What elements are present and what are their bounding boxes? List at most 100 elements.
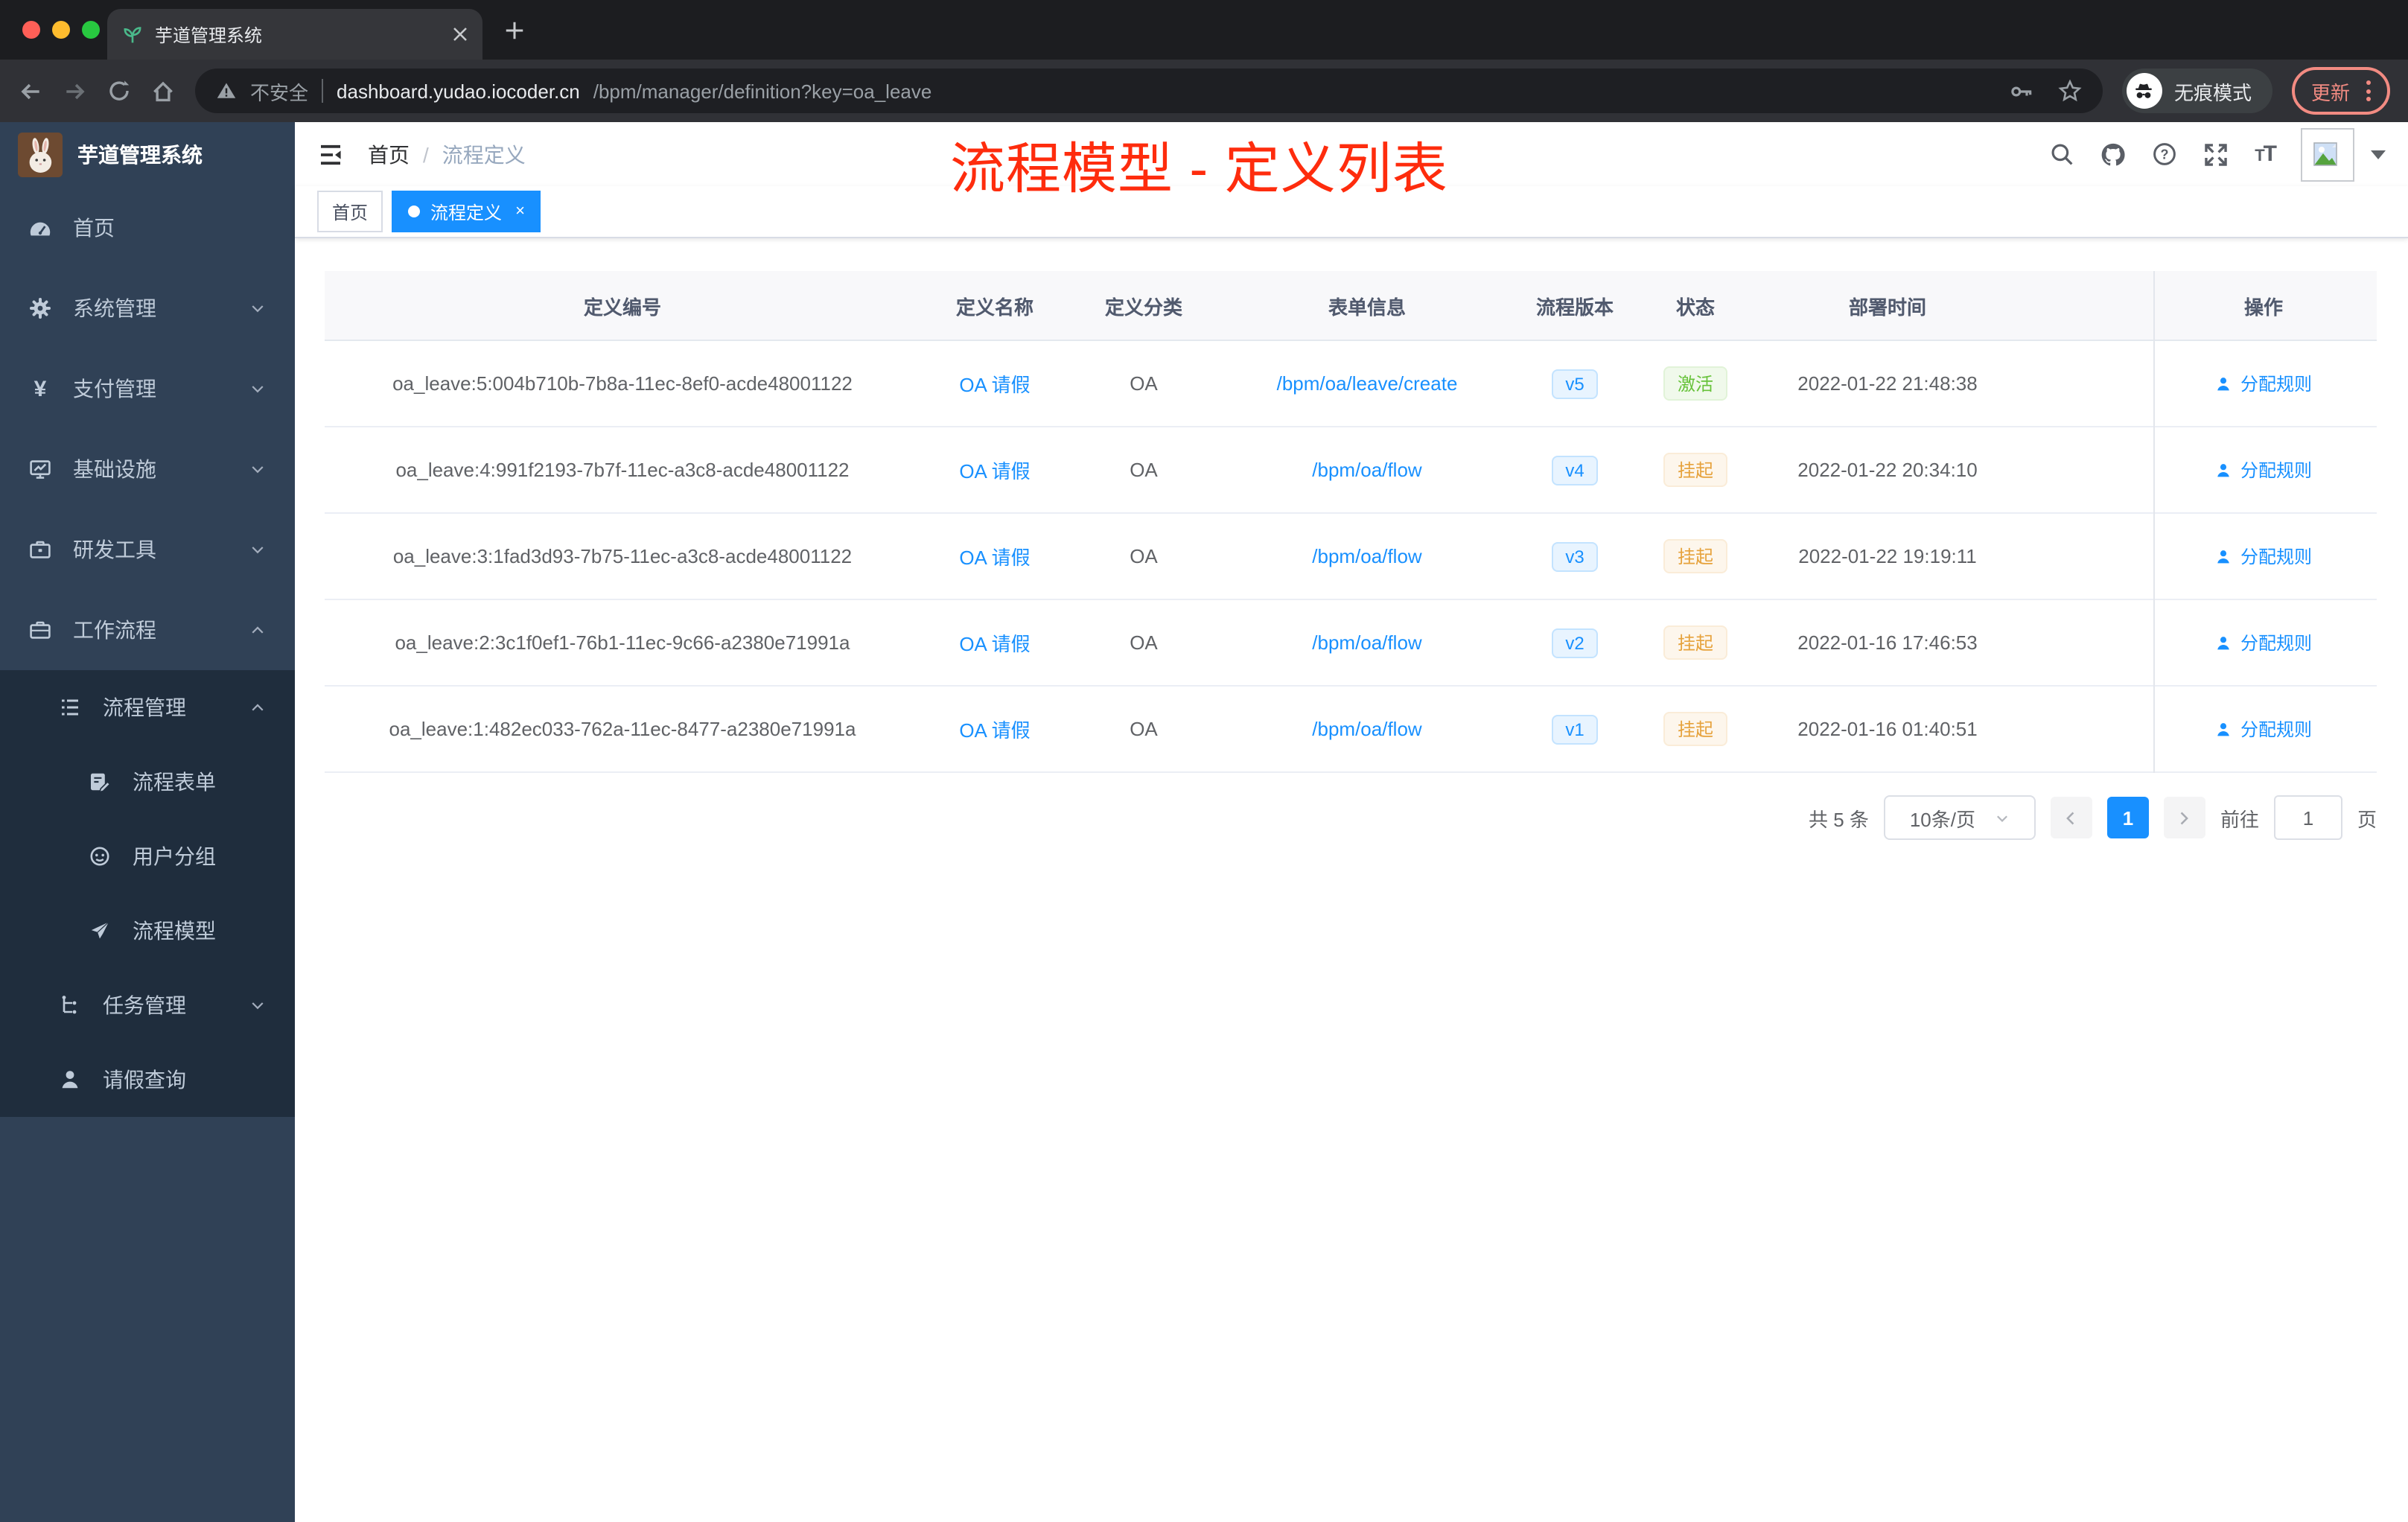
sidebar: 芋道管理系统 首页 系统管理 ¥ 支付管理 基础设施 研发工具 工作流程 流程管…: [0, 122, 295, 1522]
update-label[interactable]: 更新: [2311, 77, 2350, 105]
incognito-icon: [2126, 73, 2162, 109]
font-size-icon[interactable]: TT: [2255, 141, 2277, 167]
window-controls[interactable]: [22, 21, 100, 39]
sidebar-item-label: 流程表单: [133, 770, 216, 794]
browser-update-button[interactable]: 更新: [2291, 67, 2390, 115]
goto-page-input[interactable]: [2273, 795, 2342, 840]
definition-id: oa_leave:2:3c1f0ef1-76b1-11ec-9c66-a2380…: [395, 631, 850, 654]
sidebar-item-leave-query[interactable]: 请假查询: [0, 1042, 295, 1117]
form-link[interactable]: /bpm/oa/flow: [1218, 545, 1516, 567]
definition-name-link[interactable]: OA 请假: [920, 456, 1069, 484]
not-secure-warning-icon[interactable]: [216, 80, 237, 101]
col-header-form: 表单信息: [1328, 296, 1406, 318]
assign-rule-button[interactable]: 分配规则: [2153, 544, 2374, 569]
new-tab-button[interactable]: [503, 19, 526, 41]
collapse-sidebar-icon[interactable]: [317, 141, 344, 168]
next-page-button[interactable]: [2163, 797, 2205, 838]
security-label[interactable]: 不安全: [250, 77, 308, 105]
help-icon[interactable]: ?: [2152, 141, 2177, 167]
sidebar-item-infra[interactable]: 基础设施: [0, 429, 295, 509]
tag-close-icon[interactable]: ×: [515, 203, 525, 220]
user-group-icon: [88, 844, 112, 868]
breadcrumb-separator: /: [423, 142, 429, 166]
url-path[interactable]: /bpm/manager/definition?key=oa_leave: [593, 80, 1995, 102]
maximize-window-button[interactable]: [82, 21, 100, 39]
user-avatar-broken-image[interactable]: [2301, 127, 2354, 181]
definition-name-link[interactable]: OA 请假: [920, 628, 1069, 657]
sidebar-item-process-model[interactable]: 流程模型: [0, 894, 295, 968]
status-badge: 挂起: [1663, 625, 1727, 660]
sidebar-item-process-form[interactable]: 流程表单: [0, 745, 295, 819]
sidebar-item-process-mgmt[interactable]: 流程管理: [0, 670, 295, 745]
avatar-caret-icon[interactable]: [2371, 150, 2386, 159]
form-link[interactable]: /bpm/oa/flow: [1218, 459, 1516, 481]
password-key-icon[interactable]: [2009, 78, 2034, 104]
browser-tab[interactable]: 芋道管理系统: [107, 9, 482, 60]
total-count: 共 5 条: [1809, 808, 1869, 830]
form-link[interactable]: /bpm/oa/leave/create: [1218, 372, 1516, 395]
status-badge: 挂起: [1663, 539, 1727, 573]
tab-close-icon[interactable]: [453, 27, 468, 42]
sidebar-item-user-group[interactable]: 用户分组: [0, 819, 295, 894]
sidebar-item-label: 系统管理: [73, 296, 156, 320]
definition-name-link[interactable]: OA 请假: [920, 715, 1069, 743]
reload-icon[interactable]: [107, 79, 131, 103]
sidebar-item-label: 流程模型: [133, 919, 216, 943]
table-row: oa_leave:1:482ec033-762a-11ec-8477-a2380…: [325, 687, 2377, 773]
assign-rule-button[interactable]: 分配规则: [2153, 716, 2374, 742]
forward-icon[interactable]: [63, 78, 88, 104]
form-edit-icon: [88, 770, 112, 794]
back-icon[interactable]: [18, 78, 43, 104]
assign-rule-button[interactable]: 分配规则: [2153, 457, 2374, 483]
fullscreen-icon[interactable]: [2202, 141, 2229, 168]
sidebar-item-dev[interactable]: 研发工具: [0, 509, 295, 590]
search-icon[interactable]: [2049, 141, 2074, 167]
home-icon[interactable]: [150, 78, 176, 104]
table-row: oa_leave:4:991f2193-7b7f-11ec-a3c8-acde4…: [325, 427, 2377, 514]
version-badge: v2: [1552, 628, 1598, 657]
sidebar-item-task-mgmt[interactable]: 任务管理: [0, 968, 295, 1042]
tag-label: 首页: [332, 202, 369, 223]
version-badge: v1: [1552, 714, 1598, 744]
prev-page-button[interactable]: [2050, 797, 2092, 838]
page-content: 定义编号 定义名称 定义分类 表单信息 流程版本 状态 部署时间 操作 oa_l…: [295, 238, 2408, 1522]
col-header-action: 操作: [2243, 296, 2283, 318]
user-icon: [2218, 377, 2230, 390]
browser-menu-icon[interactable]: [2366, 80, 2371, 101]
user-icon: [2218, 722, 2230, 736]
workflow-submenu: 流程管理 流程表单 用户分组 流程模型 任务管理 请假查询: [0, 670, 295, 1117]
sidebar-item-label: 流程管理: [103, 695, 186, 719]
sidebar-item-label: 基础设施: [73, 457, 156, 481]
minimize-window-button[interactable]: [52, 21, 70, 39]
col-header-version: 流程版本: [1535, 296, 1614, 318]
breadcrumb-home[interactable]: 首页: [368, 139, 410, 169]
version-badge: v4: [1552, 455, 1598, 485]
definition-name-link[interactable]: OA 请假: [920, 542, 1069, 570]
tag-home[interactable]: 首页: [317, 191, 383, 232]
sidebar-item-pay[interactable]: ¥ 支付管理: [0, 348, 295, 429]
definition-name-link[interactable]: OA 请假: [920, 369, 1069, 398]
form-link[interactable]: /bpm/oa/flow: [1218, 718, 1516, 740]
dashboard-icon: [28, 216, 52, 240]
sidebar-item-system[interactable]: 系统管理: [0, 268, 295, 348]
assign-rule-button[interactable]: 分配规则: [2153, 371, 2374, 396]
page-size-select[interactable]: 10条/页: [1883, 795, 2036, 840]
deploy-time: 2022-01-22 20:34:10: [1797, 459, 1978, 481]
chevron-up-icon: [249, 698, 267, 716]
sidebar-item-home[interactable]: 首页: [0, 188, 295, 268]
sidebar-item-workflow[interactable]: 工作流程: [0, 590, 295, 670]
chevron-down-icon: [249, 541, 267, 558]
github-icon[interactable]: [2100, 141, 2127, 168]
form-link[interactable]: /bpm/oa/flow: [1218, 631, 1516, 654]
chevron-up-icon: [249, 621, 267, 639]
current-page-button[interactable]: 1: [2106, 797, 2149, 838]
list-tree-icon: [58, 695, 82, 719]
url-host[interactable]: dashboard.yudao.iocoder.cn: [337, 80, 580, 102]
logo-row[interactable]: 芋道管理系统: [0, 122, 295, 188]
bookmark-star-icon[interactable]: [2058, 79, 2082, 103]
assign-rule-button[interactable]: 分配规则: [2153, 630, 2374, 655]
tag-process-definition[interactable]: 流程定义 ×: [392, 191, 541, 232]
address-bar[interactable]: 不安全 dashboard.yudao.iocoder.cn /bpm/mana…: [195, 69, 2103, 113]
close-window-button[interactable]: [22, 21, 40, 39]
table-row: oa_leave:2:3c1f0ef1-76b1-11ec-9c66-a2380…: [325, 600, 2377, 687]
